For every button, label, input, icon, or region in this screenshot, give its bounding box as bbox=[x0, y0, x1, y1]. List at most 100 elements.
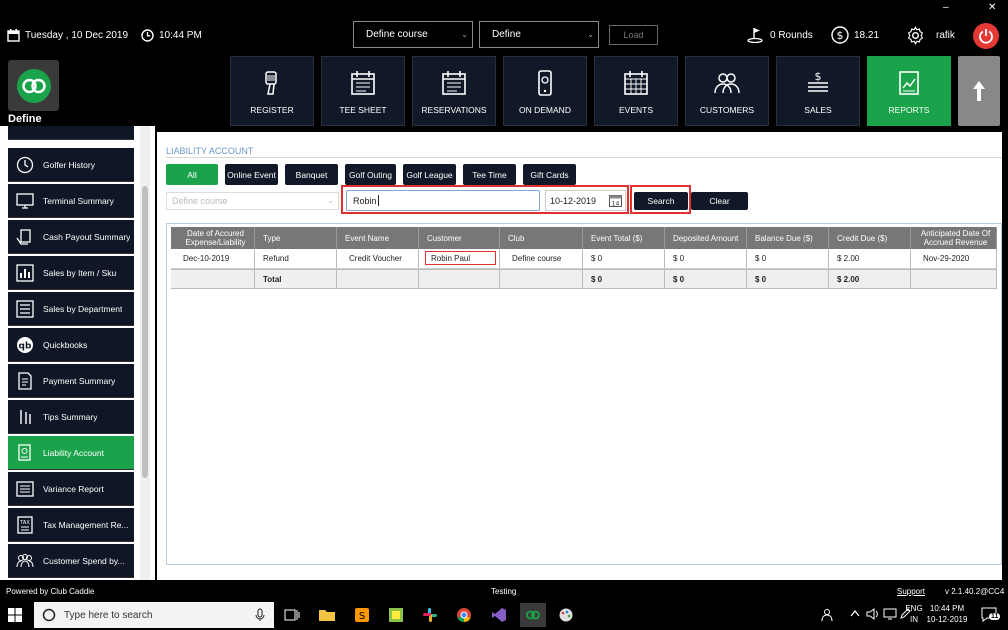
nav-customers[interactable]: CUSTOMERS bbox=[685, 56, 769, 126]
sidebar-item-terminal-summary[interactable]: Terminal Summary bbox=[8, 184, 134, 218]
chevron-up-icon[interactable] bbox=[850, 609, 860, 619]
time-display: 10:44 PM bbox=[141, 26, 202, 44]
nav-tee-sheet[interactable]: TEE SHEET bbox=[321, 56, 405, 126]
chrome-icon[interactable] bbox=[454, 605, 474, 625]
power-button[interactable] bbox=[973, 23, 999, 49]
sidebar-item-hidden[interactable] bbox=[8, 126, 134, 140]
golfer-icon bbox=[15, 155, 35, 175]
table-cell: $ 2.00 bbox=[829, 249, 911, 268]
app-logo bbox=[8, 60, 59, 111]
nav-reports[interactable]: REPORTS bbox=[867, 56, 951, 126]
sidebar-item-sales-by-department[interactable]: Sales by Department bbox=[8, 292, 134, 326]
calendar-picker-icon[interactable]: 14 bbox=[609, 194, 622, 209]
sidebar-scrollbar-thumb[interactable] bbox=[142, 186, 148, 478]
language-indicator[interactable]: ENG IN bbox=[902, 604, 926, 624]
scroll-up-button[interactable] bbox=[958, 56, 1000, 126]
svg-text:qb: qb bbox=[19, 341, 32, 351]
nav-label: EVENTS bbox=[618, 105, 653, 115]
calendar-icon bbox=[7, 28, 20, 42]
course-dropdown[interactable]: Define course ⌄ bbox=[166, 192, 339, 210]
column-header[interactable]: Deposited Amount bbox=[665, 227, 747, 249]
column-header[interactable]: Balance Due ($) bbox=[747, 227, 829, 249]
table-cell: Refund bbox=[255, 249, 337, 268]
task-view-icon[interactable] bbox=[282, 605, 302, 625]
network-icon[interactable] bbox=[883, 608, 897, 622]
column-header[interactable]: Type bbox=[255, 227, 337, 249]
paint-brush-app-icon[interactable] bbox=[556, 605, 576, 625]
filter-golf-outing[interactable]: Golf Outing bbox=[345, 164, 396, 185]
column-header[interactable]: Club bbox=[500, 227, 583, 249]
sidebar-item-label: Tax Management Re... bbox=[43, 519, 129, 530]
gear-icon[interactable] bbox=[906, 25, 925, 45]
sidebar-item-golfer-history[interactable]: Golfer History bbox=[8, 148, 134, 182]
nav-sales[interactable]: $ SALES bbox=[776, 56, 860, 126]
filter-all[interactable]: All bbox=[166, 164, 218, 185]
sidebar-item-variance-report[interactable]: Variance Report bbox=[8, 472, 134, 506]
search-input-value: Robin bbox=[353, 195, 377, 206]
nav-register[interactable]: REGISTER bbox=[230, 56, 314, 126]
filter-online-event[interactable]: Online Event bbox=[225, 164, 278, 185]
balance-text: 18.21 bbox=[854, 29, 880, 41]
taskbar-clock[interactable]: 10:44 PM 10-12-2019 bbox=[926, 604, 968, 624]
paint-app-icon[interactable] bbox=[386, 605, 406, 625]
sidebar-item-quickbooks[interactable]: qb Quickbooks bbox=[8, 328, 134, 362]
column-header[interactable]: Date of Accured Expense/Liability bbox=[171, 227, 255, 249]
sidebar-item-tax-management[interactable]: TAX Tax Management Re... bbox=[8, 508, 134, 542]
svg-text:$: $ bbox=[815, 70, 822, 83]
table-cell: $ 0 bbox=[747, 270, 829, 288]
liability-icon bbox=[15, 443, 35, 463]
filter-gift-cards[interactable]: Gift Cards bbox=[523, 164, 576, 185]
tax-icon: TAX bbox=[15, 515, 35, 535]
column-header[interactable]: Event Total ($) bbox=[583, 227, 665, 249]
filter-tee-time[interactable]: Tee Time bbox=[463, 164, 516, 185]
sidebar-item-sales-by-item[interactable]: Sales by Item / Sku bbox=[8, 256, 134, 290]
nav-reservations[interactable]: RESERVATIONS bbox=[412, 56, 496, 126]
sidebar-item-liability-account[interactable]: Liability Account bbox=[8, 436, 134, 470]
notifications-icon[interactable]: 11 bbox=[981, 606, 1001, 624]
define-select[interactable]: Define ⌄ bbox=[479, 21, 599, 48]
taskbar-search-box[interactable]: Type here to search bbox=[34, 602, 274, 628]
user-display[interactable]: rafik bbox=[906, 25, 955, 45]
users-icon bbox=[15, 551, 35, 571]
sidebar-item-payment-summary[interactable]: Payment Summary bbox=[8, 364, 134, 398]
slack-icon[interactable] bbox=[420, 605, 440, 625]
filter-banquet[interactable]: Banquet bbox=[285, 164, 338, 185]
close-window-button[interactable]: ✕ bbox=[988, 2, 996, 13]
file-explorer-icon[interactable] bbox=[317, 605, 337, 625]
table-cell bbox=[337, 270, 419, 288]
sidebar-item-customer-spend[interactable]: Customer Spend by... bbox=[8, 544, 134, 578]
minimize-button[interactable]: – bbox=[943, 2, 949, 13]
course-select[interactable]: Define course ⌄ bbox=[353, 21, 473, 48]
powered-by: Powered by Club Caddie bbox=[6, 587, 95, 596]
sublime-icon[interactable]: S bbox=[352, 605, 372, 625]
status-bar: Powered by Club Caddie Testing Support v… bbox=[0, 584, 1008, 600]
table-cell: $ 0 bbox=[747, 249, 829, 268]
nav-on-demand[interactable]: ON DEMAND bbox=[503, 56, 587, 126]
search-input[interactable]: Robin bbox=[346, 190, 540, 211]
user-name: rafik bbox=[936, 29, 955, 41]
column-header[interactable]: Customer bbox=[419, 227, 500, 249]
calendar-icon bbox=[442, 71, 466, 95]
microphone-icon[interactable] bbox=[255, 608, 265, 622]
date-input[interactable]: 10-12-2019 14 bbox=[545, 190, 626, 211]
table-row[interactable]: Dec-10-2019 Refund Credit Voucher Robin … bbox=[171, 249, 997, 269]
sidebar-item-cash-payout-summary[interactable]: Cash Payout Summary bbox=[8, 220, 134, 254]
filter-golf-league[interactable]: Golf League bbox=[403, 164, 456, 185]
column-header[interactable]: Event Name bbox=[337, 227, 419, 249]
define-select-value: Define bbox=[492, 29, 521, 40]
load-button[interactable]: Load bbox=[609, 25, 658, 45]
people-icon[interactable] bbox=[821, 608, 835, 624]
column-header[interactable]: Credit Due ($) bbox=[829, 227, 911, 249]
volume-icon[interactable] bbox=[866, 608, 880, 622]
sidebar-item-tips-summary[interactable]: Tips Summary bbox=[8, 400, 134, 434]
taskbar-time: 10:44 PM bbox=[929, 604, 965, 613]
visual-studio-icon[interactable] bbox=[489, 605, 509, 625]
club-caddie-app-icon[interactable] bbox=[520, 603, 546, 627]
search-button[interactable]: Search bbox=[634, 192, 688, 210]
windows-start-button[interactable] bbox=[8, 608, 22, 624]
support-link[interactable]: Support bbox=[897, 587, 925, 596]
nav-events[interactable]: EVENTS bbox=[594, 56, 678, 126]
clear-button[interactable]: Clear bbox=[691, 192, 748, 210]
notification-badge: 11 bbox=[989, 613, 1001, 620]
column-header[interactable]: Anticipated Date Of Accrued Revenue bbox=[911, 227, 997, 249]
